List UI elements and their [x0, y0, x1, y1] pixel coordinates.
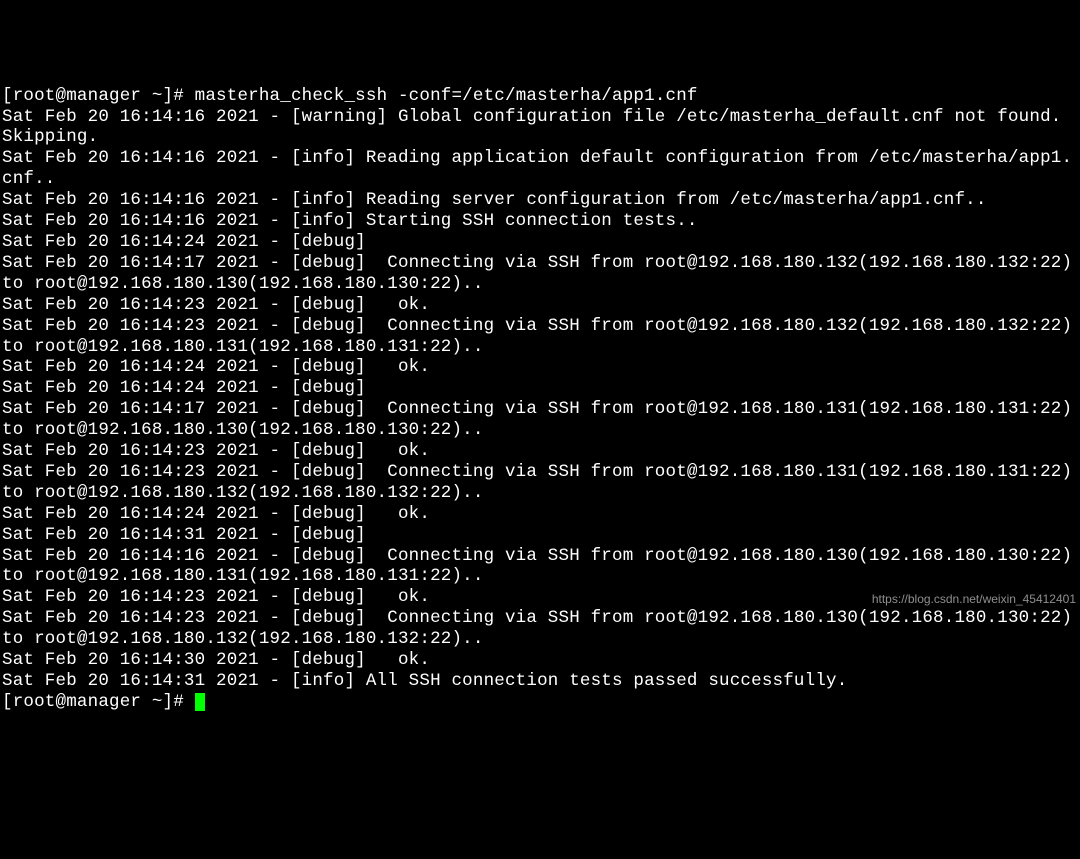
output-line: Sat Feb 20 16:14:16 2021 - [warning] Glo… [2, 107, 1072, 148]
command-text: masterha_check_ssh -conf=/etc/masterha/a… [195, 86, 698, 106]
terminal-output[interactable]: [root@manager ~]# masterha_check_ssh -co… [2, 86, 1080, 713]
output-line: Sat Feb 20 16:14:23 2021 - [debug] Conne… [2, 608, 1080, 649]
cursor-icon [195, 693, 205, 711]
shell-prompt: [root@manager ~]# [2, 86, 195, 106]
output-line: Sat Feb 20 16:14:24 2021 - [debug] [2, 232, 377, 252]
output-line: Sat Feb 20 16:14:31 2021 - [info] All SS… [2, 671, 847, 691]
output-line: Sat Feb 20 16:14:23 2021 - [debug] ok. [2, 441, 430, 461]
output-line: Sat Feb 20 16:14:23 2021 - [debug] ok. [2, 587, 430, 607]
output-line: Sat Feb 20 16:14:16 2021 - [info] Readin… [2, 148, 1072, 189]
output-line: Sat Feb 20 16:14:17 2021 - [debug] Conne… [2, 253, 1080, 294]
shell-prompt: [root@manager ~]# [2, 692, 195, 712]
output-line: Sat Feb 20 16:14:23 2021 - [debug] Conne… [2, 462, 1080, 503]
watermark-text: https://blog.csdn.net/weixin_45412401 [872, 589, 1076, 610]
output-line: Sat Feb 20 16:14:17 2021 - [debug] Conne… [2, 399, 1080, 440]
output-line: Sat Feb 20 16:14:16 2021 - [info] Readin… [2, 190, 987, 210]
output-line: Sat Feb 20 16:14:24 2021 - [debug] ok. [2, 357, 430, 377]
output-line: Sat Feb 20 16:14:23 2021 - [debug] Conne… [2, 316, 1080, 357]
output-line: Sat Feb 20 16:14:30 2021 - [debug] ok. [2, 650, 430, 670]
output-line: Sat Feb 20 16:14:24 2021 - [debug] ok. [2, 504, 430, 524]
output-line: Sat Feb 20 16:14:16 2021 - [debug] Conne… [2, 546, 1080, 587]
output-line: Sat Feb 20 16:14:23 2021 - [debug] ok. [2, 295, 430, 315]
output-line: Sat Feb 20 16:14:24 2021 - [debug] [2, 378, 377, 398]
output-line: Sat Feb 20 16:14:31 2021 - [debug] [2, 525, 377, 545]
output-line: Sat Feb 20 16:14:16 2021 - [info] Starti… [2, 211, 698, 231]
